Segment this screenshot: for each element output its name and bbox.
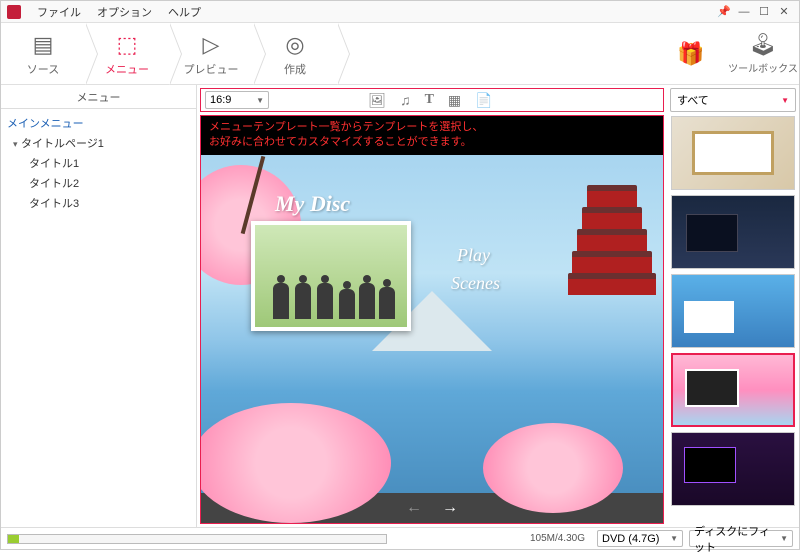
menu-icon: ⬚ <box>117 31 138 59</box>
template-item[interactable] <box>671 274 795 348</box>
step-source[interactable]: ▤ ソース <box>1 23 85 85</box>
text-tool-icon[interactable]: T <box>425 92 434 108</box>
template-list <box>667 112 799 527</box>
step-bar: ▤ ソース ⬚ メニュー ▷ プレビュー ◎ 作成 🎁 🕹 ツールボックス <box>1 23 799 85</box>
app-icon <box>7 5 21 19</box>
template-item[interactable] <box>671 116 795 190</box>
center-panel: 16:9 ▼ 🖼 ♫ T ▦ 📄 メニューテンプレート一覧からテンプレートを選択… <box>197 85 667 527</box>
usage-fill <box>8 535 19 543</box>
chevron-down-icon: ▼ <box>670 534 678 543</box>
template-panel: すべて ▼ <box>667 85 799 527</box>
step-preview[interactable]: ▷ プレビュー <box>169 23 253 85</box>
disc-usage-bar <box>7 534 387 544</box>
instruction-text: メニューテンプレート一覧からテンプレートを選択し、 お好みに合わせてカスタマイズ… <box>201 116 663 155</box>
menu-help[interactable]: ヘルプ <box>160 2 209 22</box>
toolbox-tool[interactable]: 🕹 ツールボックス <box>727 32 799 75</box>
title-thumbnail[interactable] <box>251 221 411 331</box>
scenes-button-text[interactable]: Scenes <box>451 273 500 294</box>
pagoda-graphic <box>567 185 657 295</box>
toolbox-icon: 🕹 <box>749 32 777 58</box>
toolbox-label: ツールボックス <box>728 60 798 75</box>
tree-label: タイトルページ1 <box>21 138 104 150</box>
template-filter-select[interactable]: すべて ▼ <box>670 88 796 112</box>
step-menu[interactable]: ⬚ メニュー <box>85 23 169 85</box>
gift-tool[interactable]: 🎁 <box>655 41 727 67</box>
disc-type-select[interactable]: DVD (4.7G) ▼ <box>597 530 683 547</box>
template-item[interactable] <box>671 432 795 506</box>
music-tool-icon[interactable]: ♫ <box>400 92 411 108</box>
menu-scene[interactable]: My Disc Play Scenes <box>201 155 663 493</box>
step-create[interactable]: ◎ 作成 <box>253 23 337 85</box>
sidebar: メニュー メインメニュー ▾タイトルページ1 タイトル1 タイトル2 タイトル3 <box>1 85 197 527</box>
disc-usage-text: 105M/4.30G <box>530 533 585 544</box>
step-label: ソース <box>27 61 59 77</box>
play-button-text[interactable]: Play <box>457 245 490 266</box>
thumbnail-image <box>255 225 407 327</box>
image-tool-icon[interactable]: 🖼 <box>368 92 386 109</box>
select-value: すべて <box>677 92 709 108</box>
disc-title-text[interactable]: My Disc <box>275 191 350 217</box>
chevron-down-icon: ▼ <box>256 96 264 105</box>
prev-page-button[interactable]: ← <box>406 499 422 517</box>
chevron-down-icon: ▼ <box>781 96 789 105</box>
instruction-line: お好みに合わせてカスタマイズすることができます。 <box>209 135 655 150</box>
select-value: 16:9 <box>210 94 231 106</box>
menu-tree: メインメニュー ▾タイトルページ1 タイトル1 タイトル2 タイトル3 <box>1 109 196 217</box>
pin-icon[interactable]: 📌 <box>715 5 733 19</box>
source-icon: ▤ <box>33 31 54 59</box>
preview-icon: ▷ <box>203 31 220 59</box>
next-page-button[interactable]: → <box>442 499 458 517</box>
editor-toolbar: 16:9 ▼ 🖼 ♫ T ▦ 📄 <box>200 88 664 112</box>
titlebar: ファイル オプション ヘルプ 📌 — ☐ ✕ <box>1 1 799 23</box>
tree-title-item[interactable]: タイトル1 <box>7 153 190 173</box>
status-bar: 105M/4.30G DVD (4.7G) ▼ ディスクにフィット ▼ <box>1 527 799 549</box>
aspect-ratio-select[interactable]: 16:9 ▼ <box>205 91 269 109</box>
gift-icon: 🎁 <box>677 41 704 67</box>
frame-tool-icon[interactable]: ▦ <box>448 92 461 109</box>
page-tool-icon[interactable]: 📄 <box>475 92 492 109</box>
select-value: DVD (4.7G) <box>602 533 659 545</box>
tree-title-item[interactable]: タイトル2 <box>7 173 190 193</box>
template-item-selected[interactable] <box>671 353 795 427</box>
tree-title-page[interactable]: ▾タイトルページ1 <box>7 133 190 153</box>
create-icon: ◎ <box>285 31 304 59</box>
menu-file[interactable]: ファイル <box>29 2 89 22</box>
menu-options[interactable]: オプション <box>89 2 160 22</box>
body: メニュー メインメニュー ▾タイトルページ1 タイトル1 タイトル2 タイトル3… <box>1 85 799 527</box>
instruction-line: メニューテンプレート一覧からテンプレートを選択し、 <box>209 120 655 135</box>
chevron-down-icon: ▼ <box>780 534 788 543</box>
blossom-graphic <box>483 423 623 513</box>
blossom-graphic <box>200 403 391 523</box>
step-label: 作成 <box>284 61 306 77</box>
template-item[interactable] <box>671 195 795 269</box>
step-label: メニュー <box>105 61 149 77</box>
tree-main-menu[interactable]: メインメニュー <box>7 113 190 133</box>
fit-mode-select[interactable]: ディスクにフィット ▼ <box>689 530 793 547</box>
twisty-icon: ▾ <box>13 139 21 150</box>
minimize-button[interactable]: — <box>735 5 753 19</box>
close-button[interactable]: ✕ <box>775 5 793 19</box>
preview-area: メニューテンプレート一覧からテンプレートを選択し、 お好みに合わせてカスタマイズ… <box>200 115 664 524</box>
step-label: プレビュー <box>184 61 239 77</box>
sidebar-header: メニュー <box>1 85 196 109</box>
maximize-button[interactable]: ☐ <box>755 5 773 19</box>
tree-title-item[interactable]: タイトル3 <box>7 193 190 213</box>
